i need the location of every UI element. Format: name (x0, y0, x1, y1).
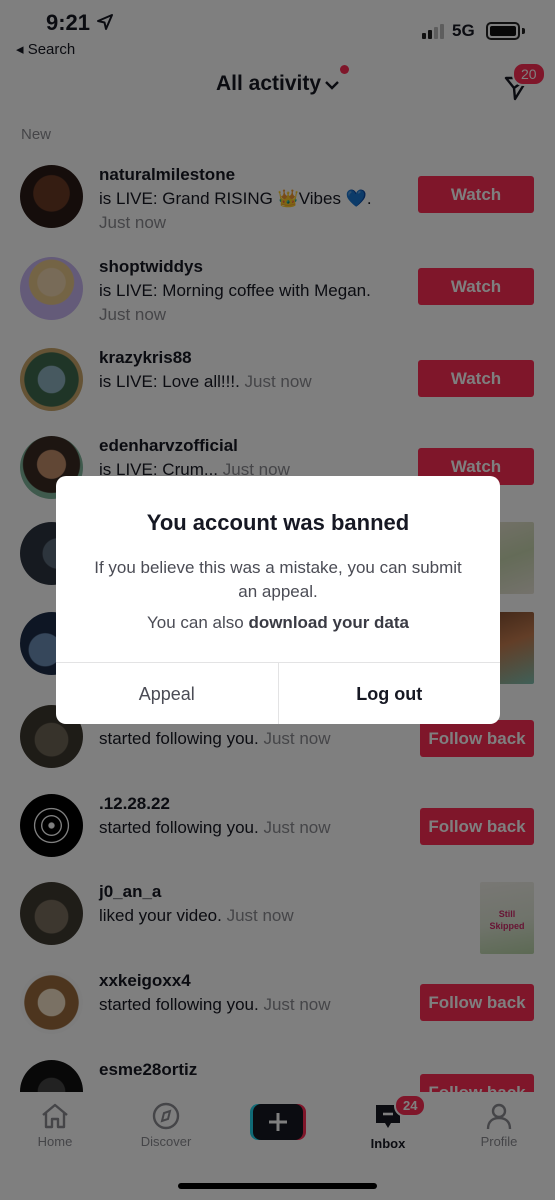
download-data-link[interactable]: download your data (248, 613, 409, 632)
dialog-title: You account was banned (146, 510, 410, 535)
dialog-actions: Appeal Log out (56, 662, 500, 724)
appeal-button[interactable]: Appeal (56, 663, 279, 724)
download-note-text: You can also (146, 613, 249, 632)
dialog-download-note: You can also download your data (76, 613, 480, 633)
home-indicator[interactable] (178, 1183, 377, 1189)
log-out-button[interactable]: Log out (279, 663, 501, 724)
ban-dialog: You account was banned If you believe th… (56, 476, 500, 724)
dialog-message: If you believe this was a mistake, you c… (94, 558, 462, 601)
